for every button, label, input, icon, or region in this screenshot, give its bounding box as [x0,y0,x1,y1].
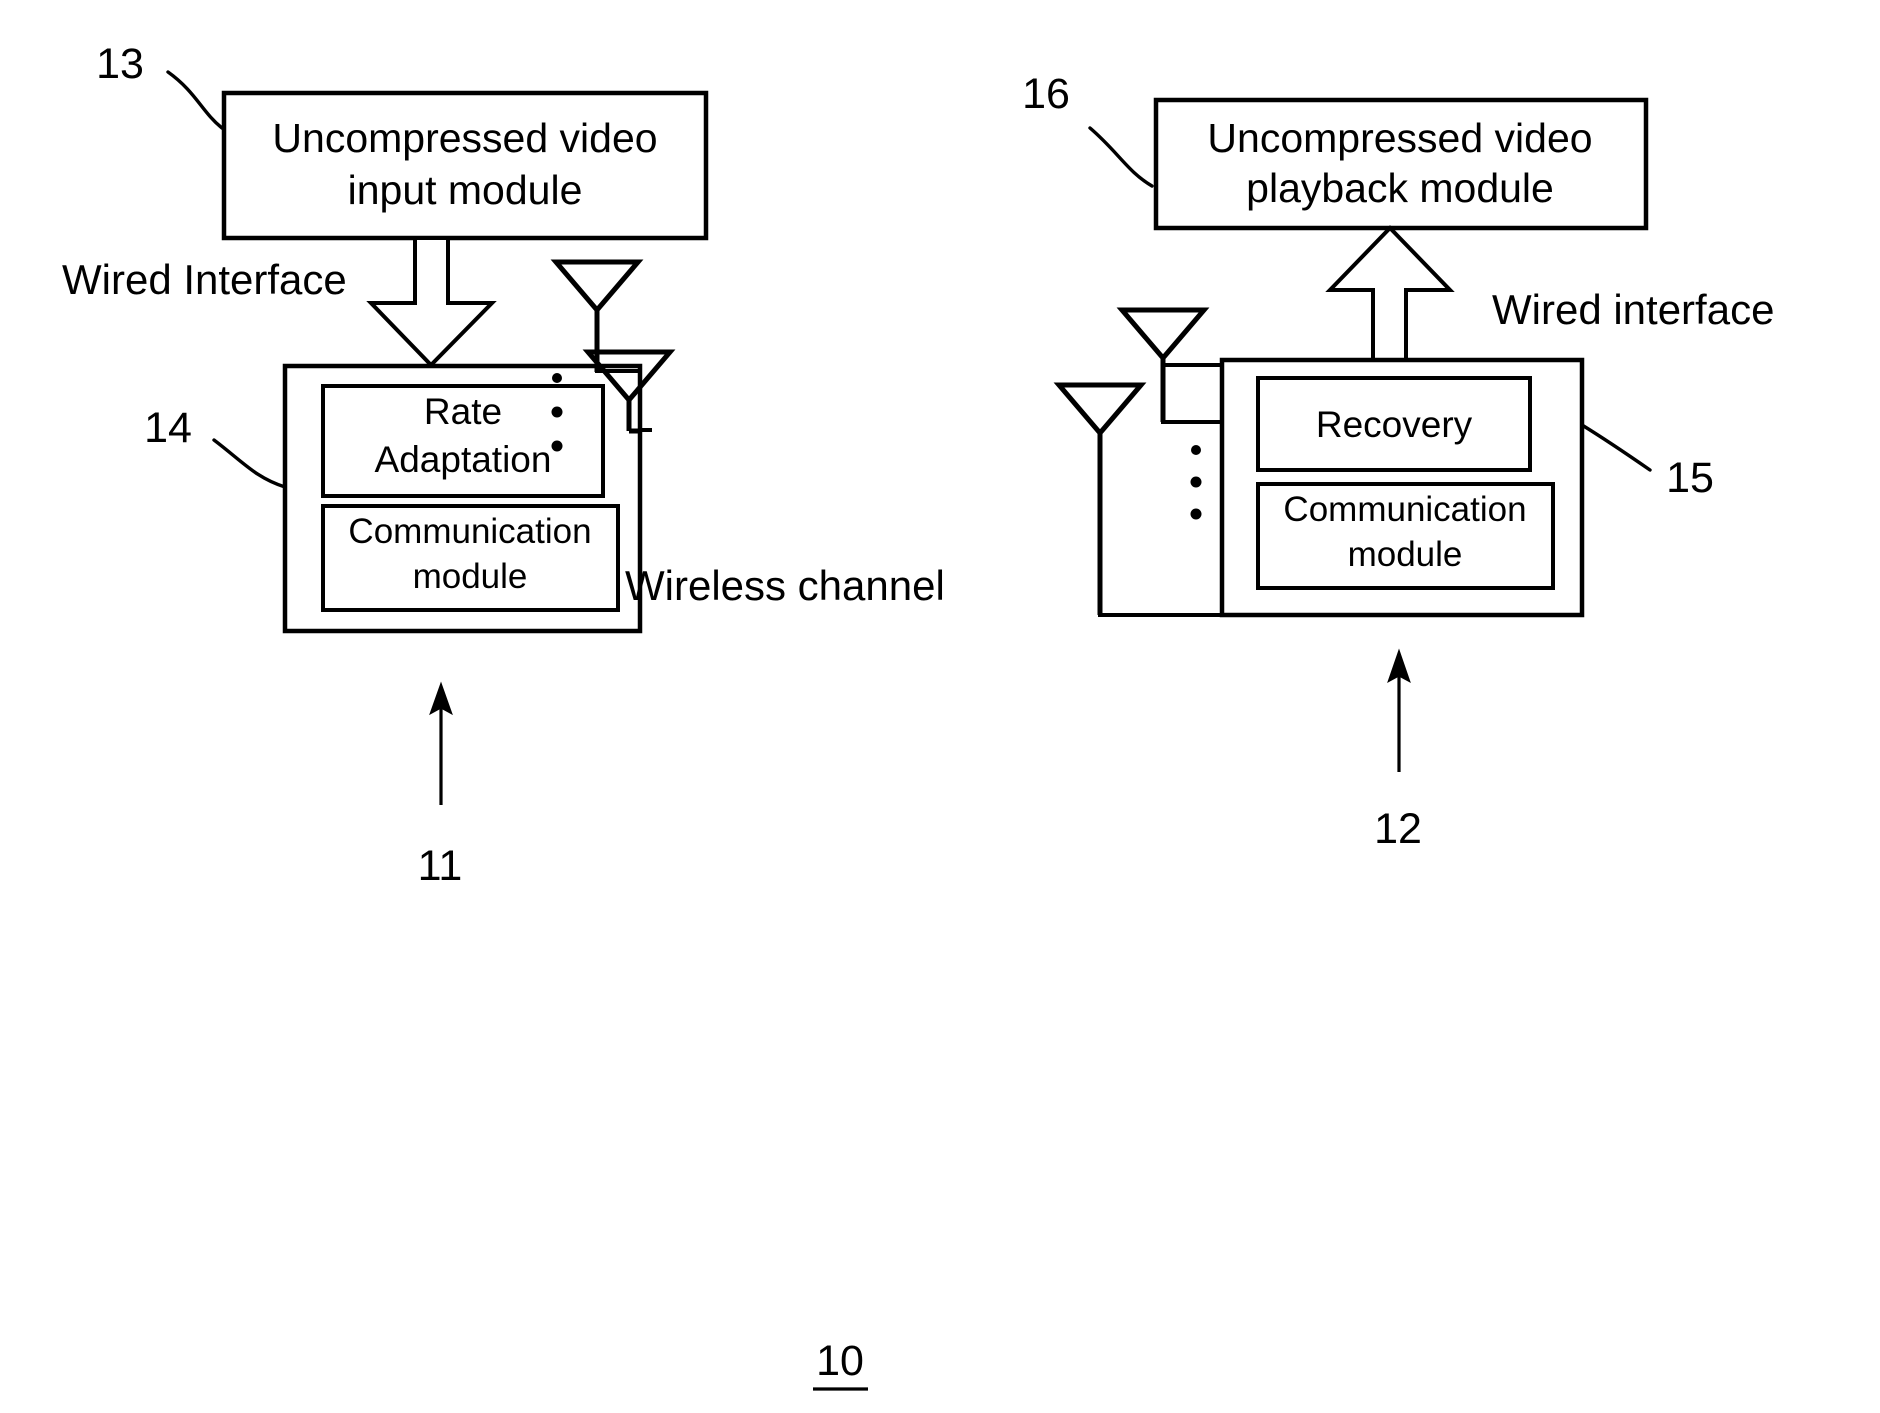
playback-module-line1: Uncompressed video [1207,115,1592,161]
reference-label-11: 11 [418,842,463,890]
reference-label-12: 12 [1374,805,1422,853]
rx-communication-module-block: Communication module [1256,482,1555,590]
reference-12-arrow [1387,648,1411,772]
reference-13-leader [166,70,224,130]
uncompressed-video-input-module: Uncompressed video input module [221,90,709,241]
reference-16-leader [1088,126,1154,188]
reference-14-leader [212,438,287,489]
rate-adaptation-line2: Adaptation [375,439,552,480]
tx-comm-line2: module [413,557,528,596]
reference-15-leader [1580,423,1652,472]
rx-antenna-ellipsis [1190,445,1202,520]
input-module-line2: input module [348,167,583,213]
uncompressed-video-playback-module: Uncompressed video playback module [1153,97,1649,231]
reference-label-15: 15 [1666,454,1714,502]
tx-communication-module-block: Communication module [321,504,620,612]
figure-number-group: 10 [813,1337,868,1391]
figure-number: 10 [816,1337,864,1385]
tx-comm-line1: Communication [348,512,591,551]
recovery-line1: Recovery [1316,404,1473,445]
rate-adaptation-line1: Rate [424,391,502,432]
wired-interface-label-left: Wired Interface [62,256,347,303]
patent-figure: 13 Uncompressed video input module Wired… [0,0,1880,1413]
input-module-line1: Uncompressed video [272,115,657,161]
transmitter-device-14: Rate Adaptation Communication module [282,363,643,634]
rate-adaptation-block: Rate Adaptation [321,384,605,498]
recovery-block: Recovery [1256,376,1532,472]
reference-11-arrow [429,681,453,805]
diagram-canvas: 13 Uncompressed video input module Wired… [62,40,1774,1391]
wired-interface-arrow-up [1325,225,1455,362]
reference-label-16: 16 [1022,70,1070,118]
rx-comm-line1: Communication [1283,490,1526,529]
tx-antenna-1 [550,259,644,372]
rx-antenna-n [1053,382,1147,615]
rx-comm-line2: module [1348,535,1463,574]
reference-label-13: 13 [96,40,144,88]
wired-interface-label-right: Wired interface [1492,286,1774,333]
wired-interface-arrow-down [366,236,497,368]
playback-module-line2: playback module [1246,165,1554,211]
wireless-channel-label: Wireless channel [625,562,945,609]
reference-label-14: 14 [144,404,192,452]
receiver-device-15: Recovery Communication module [1219,357,1585,618]
